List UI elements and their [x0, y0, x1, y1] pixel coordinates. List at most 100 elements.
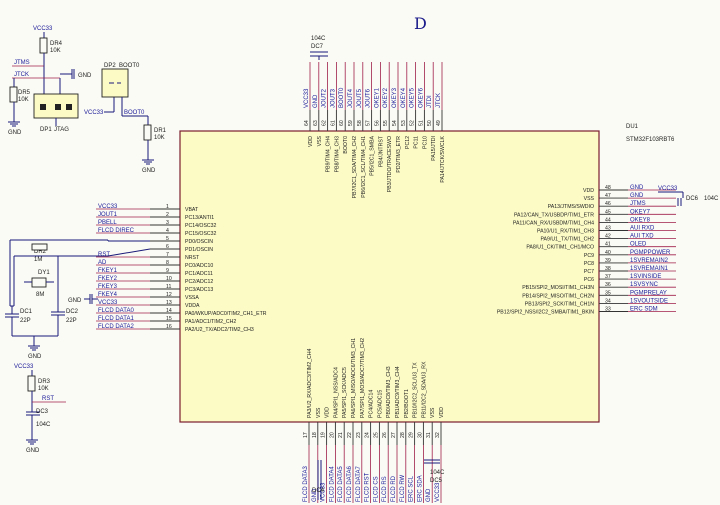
dp2-boot-jumper[interactable]: DP2 BOOT0 [101, 63, 140, 98]
left-pin-number: 8 [166, 260, 169, 266]
right-pin-name: PC8 [584, 261, 594, 267]
dp1-jtag-jumper[interactable]: DP1 JTAG [33, 93, 79, 133]
right-pin-name: PB13/SPI2_SCK/TIM1_CH1N [525, 301, 594, 307]
left-pin-number: 10 [166, 276, 172, 282]
jtms-label: JTMS [14, 60, 30, 66]
top-pin-number: 61 [330, 120, 336, 126]
dp1-value: JTAG [54, 127, 69, 133]
vssa-gnd: GND [68, 294, 98, 304]
dc2-capacitor[interactable]: DC2 22P GND [28, 300, 79, 360]
dc5-capacitor[interactable]: 104C DC5 [424, 459, 445, 484]
right-pin-number: 43 [605, 226, 611, 232]
dr2-value: 1M [34, 257, 42, 263]
dr1-resistor[interactable]: DR1 10K GND [142, 116, 167, 174]
dy1-ref: DY1 [38, 270, 50, 276]
top-net-label: JOUT3 [330, 88, 336, 108]
dc3-ref: DC3 [36, 409, 49, 415]
dc6-ref: DC6 [686, 196, 699, 202]
bottom-net-label: ERC SDA [417, 475, 423, 502]
dy1-crystal[interactable]: DY1 8M [24, 270, 54, 298]
right-net-label: JTMS [630, 201, 646, 207]
dc3-capacitor[interactable]: DC3 104C GND [26, 409, 51, 454]
right-net-label: OKEY7 [630, 209, 651, 215]
right-net-label: 1SVREMAIN2 [630, 258, 669, 264]
bottom-net-label: FLCD DATA6 [347, 466, 353, 502]
left-net-label: FLCD DATA1 [98, 316, 134, 322]
left-pin-name: PA0/WKUP/ADC0/TIM2_CH1_ETR [185, 311, 267, 317]
left-pin-number: 2 [166, 212, 169, 218]
bottom-pin-number: 17 [303, 432, 309, 438]
top-pin-number: 60 [339, 120, 345, 126]
bottom-pin-name: PA5/SPI1_SCK/ADC5 [342, 367, 348, 418]
left-pin-name: PA2/U2_TX/ADC2/TIM2_CH3 [185, 327, 254, 333]
dr4-vcc-label: VCC33 [33, 26, 53, 32]
top-pin-name: PB6/I2C1_SCL/TIM4_CH1 [361, 136, 367, 198]
right-pin-name: PA8/U1_CK/TIM1_CH1/MCO [526, 245, 594, 251]
dr3-resistor[interactable]: VCC33 DR3 10K RST [14, 364, 66, 412]
dr4-resistor[interactable]: VCC33 DR4 10K [33, 26, 63, 68]
top-net-label: VCC33 [304, 88, 310, 108]
right-pin-number: 36 [605, 282, 611, 288]
bottom-pin-number: 24 [365, 432, 371, 438]
dc6-capacitor[interactable]: VCC33 DC6 104C [658, 186, 719, 206]
bottom-net-label: FLCD RW [400, 474, 406, 502]
bottom-pin-name: PB2/BOOT1 [404, 389, 410, 418]
bottom-pin-name: PB0/ADC8/TIM3_CH3 [386, 366, 392, 418]
bottom-pin-number: 31 [426, 432, 432, 438]
top-pin-name: VSS [317, 135, 323, 146]
bottom-pin-name: PA6/SPI1_MISO/ADC6/TIM3_CH1 [351, 338, 357, 418]
top-pin-number: 50 [427, 120, 433, 126]
dr4-value: 10K [50, 48, 61, 54]
dr2-resistor[interactable]: DR2 1M [31, 243, 48, 263]
right-pin-number: 39 [605, 258, 611, 264]
top-pin-number: 56 [374, 120, 380, 126]
right-pin-name: PA11/CAN_RX/USBDM/TIM1_CH4 [513, 220, 594, 226]
top-pin-name: PC11 [414, 136, 420, 149]
top-pin-number: 58 [357, 120, 363, 126]
right-pin-name: PA13/JTMS/SWDIO [548, 204, 594, 210]
dr5-resistor[interactable]: DR5 10K GND [8, 78, 31, 136]
top-pin-name: PC12 [405, 136, 411, 149]
top-pin-name: PA15/JTDI [431, 136, 437, 161]
right-pin-name: VSS [584, 196, 595, 202]
top-net-label: JOUT4 [348, 88, 354, 108]
sheet-letter: D [414, 14, 427, 33]
bottom-pin-number: 29 [409, 432, 415, 438]
top-pin-number: 55 [383, 120, 389, 126]
bottom-pin-number: 30 [417, 432, 423, 438]
right-net-label: AUI RXD [630, 226, 655, 232]
right-net-label: GND [630, 185, 644, 191]
dc7-value: 104C [311, 36, 326, 42]
bottom-pin-name: VSS [430, 407, 436, 418]
dc2-ref: DC2 [66, 309, 79, 315]
dr3-ref: DR3 [38, 379, 51, 385]
dp2-vcc-label: VCC33 [84, 110, 104, 116]
right-net-label: 1SVREMAIN1 [630, 266, 669, 272]
dc1-capacitor[interactable]: DC1 22P [5, 305, 58, 337]
dc7-capacitor[interactable]: 104C DC7 [310, 36, 328, 60]
right-net-label: AUI TXD [630, 234, 654, 240]
right-pin-name: PC7 [584, 269, 594, 275]
left-pin-name: PC1/ADC11 [185, 271, 213, 277]
bottom-net-label: FLCD DATA4 [329, 466, 335, 502]
right-pin-number: 47 [605, 193, 611, 199]
bottom-pin-number: 32 [435, 432, 441, 438]
left-pin-number: 9 [166, 268, 169, 274]
top-pin-number: 54 [392, 120, 398, 126]
right-pin-number: 35 [605, 290, 611, 296]
right-pin-number: 33 [605, 307, 611, 313]
left-pin-number: 15 [166, 316, 172, 322]
left-net-label: VCC33 [98, 204, 118, 210]
bottom-pin-number: 23 [356, 432, 362, 438]
dp2-value: BOOT0 [119, 63, 140, 69]
right-pin-number: 44 [605, 217, 611, 223]
right-pin-name: PA12/CAN_TX/USBDP/TIM1_ETR [514, 212, 594, 218]
left-pin-name: VSSA [185, 295, 199, 301]
top-pin-name: PB9/TIM4_CH4 [326, 136, 332, 172]
right-pin-number: 46 [605, 201, 611, 207]
top-net-label: BOOT0 [339, 87, 345, 108]
top-pin-name: PA14/JTCK/SWCLK [440, 135, 446, 182]
right-net-label: ERC SDM [630, 307, 658, 313]
bottom-pin-number: 20 [329, 432, 335, 438]
bottom-net-label: FLCD RS [382, 476, 388, 502]
